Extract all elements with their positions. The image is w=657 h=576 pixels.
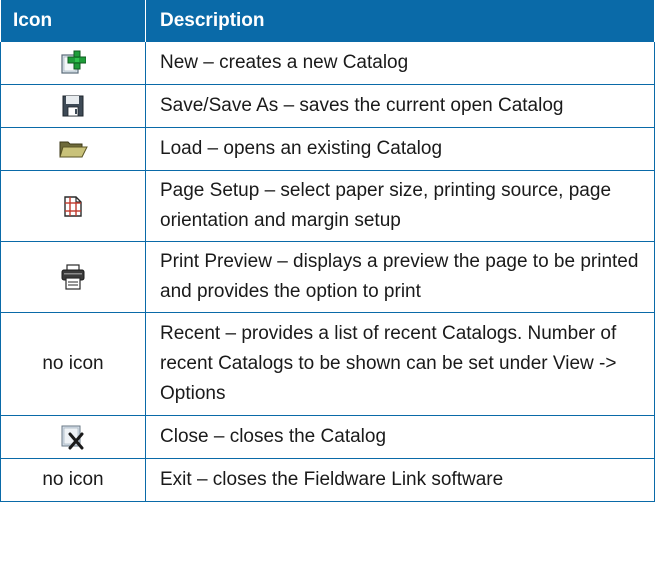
- table-row: New – creates a new Catalog: [0, 41, 655, 85]
- table-row: no icon Recent – provides a list of rece…: [0, 312, 655, 416]
- table-row: no icon Exit – closes the Fieldware Link…: [0, 458, 655, 502]
- icon-cell: no icon: [0, 458, 146, 502]
- no-icon-label: no icon: [42, 353, 104, 374]
- table-row: Load – opens an existing Catalog: [0, 127, 655, 171]
- icon-cell: [0, 170, 146, 242]
- icon-cell: [0, 127, 146, 171]
- description-column-header: Description: [145, 0, 655, 42]
- description-cell: Print Preview – displays a preview the p…: [145, 241, 655, 313]
- description-cell: Recent – provides a list of recent Catal…: [145, 312, 655, 416]
- page-setup-icon: [64, 196, 82, 217]
- icon-cell: [0, 415, 146, 459]
- description-cell: Load – opens an existing Catalog: [145, 127, 655, 171]
- description-cell: Exit – closes the Fieldware Link softwar…: [145, 458, 655, 502]
- table-row: Print Preview – displays a preview the p…: [0, 241, 655, 313]
- icon-column-header: Icon: [0, 0, 146, 42]
- table-row: Close – closes the Catalog: [0, 415, 655, 459]
- printer-icon: [61, 264, 85, 290]
- close-catalog-icon: [61, 425, 84, 450]
- save-icon: [62, 95, 84, 117]
- icon-cell: no icon: [0, 312, 146, 416]
- open-folder-icon: [59, 141, 88, 158]
- icon-description-table-wrap: Icon Description New – creates a new Cat…: [0, 0, 655, 502]
- description-cell: New – creates a new Catalog: [145, 41, 655, 85]
- table-row: Save/Save As – saves the current open Ca…: [0, 84, 655, 128]
- table-header-row: Icon Description: [0, 0, 655, 42]
- icon-cell: [0, 241, 146, 313]
- new-catalog-icon: [61, 50, 86, 74]
- table-row: Page Setup – select paper size, printing…: [0, 170, 655, 242]
- icon-cell: [0, 41, 146, 85]
- description-cell: Save/Save As – saves the current open Ca…: [145, 84, 655, 128]
- icon-cell: [0, 84, 146, 128]
- no-icon-label: no icon: [42, 469, 104, 490]
- description-cell: Page Setup – select paper size, printing…: [145, 170, 655, 242]
- description-cell: Close – closes the Catalog: [145, 415, 655, 459]
- icon-description-table: Icon Description New – creates a new Cat…: [0, 0, 655, 502]
